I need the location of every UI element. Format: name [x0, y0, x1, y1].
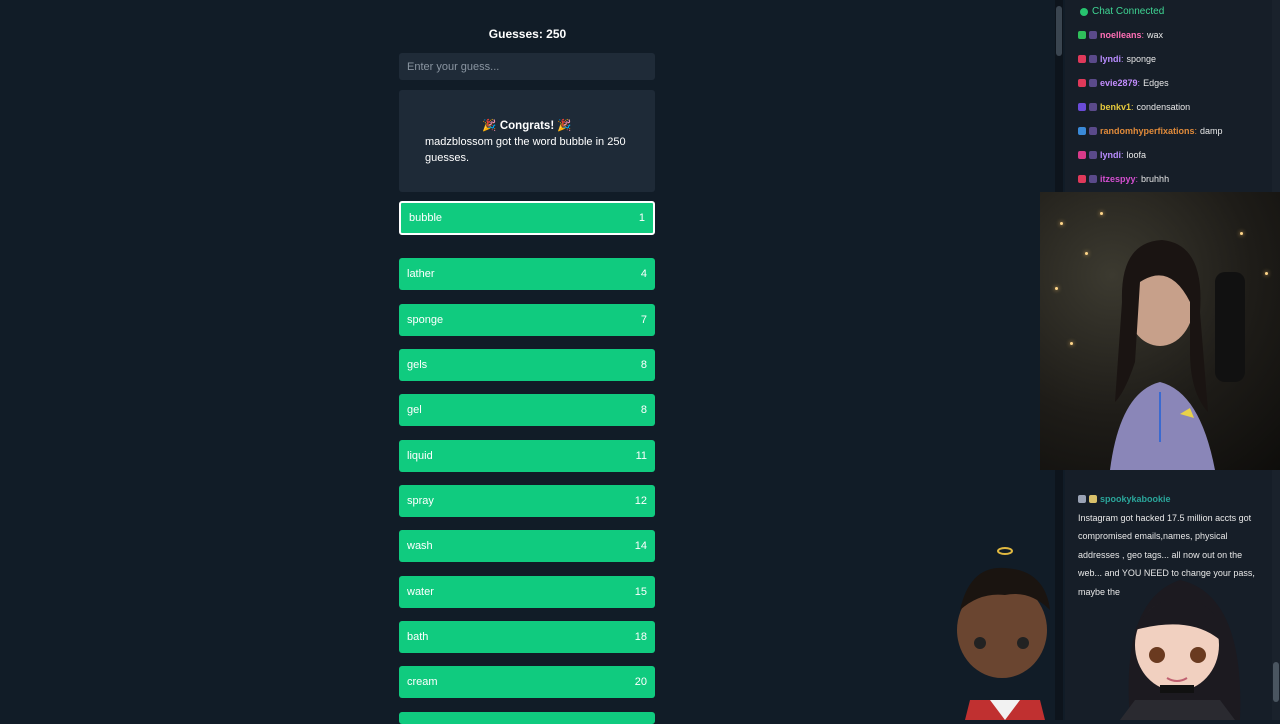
chat-message: lyndi: loofa: [1078, 150, 1146, 160]
word-row: water 15: [399, 576, 655, 608]
chat-username[interactable]: lyndi: [1100, 54, 1121, 64]
connected-dot-icon: [1080, 7, 1088, 16]
badge-icon: [1089, 495, 1097, 504]
badge-icon: [1089, 31, 1097, 39]
webcam-feed: [1040, 192, 1280, 470]
word-rank: 12: [634, 495, 647, 507]
word-row: liquid 11: [399, 440, 655, 472]
word-rank: 11: [635, 450, 647, 462]
word-rank: 20: [634, 676, 647, 688]
chat-text: damp: [1200, 126, 1223, 136]
chat-username[interactable]: spookykabookie: [1100, 490, 1171, 509]
congrats-message: madzblossom got the word bubble in 250 g…: [425, 136, 626, 164]
chat-colon: :: [1194, 126, 1198, 136]
badge-icon: [1078, 127, 1086, 135]
badge-icon: [1089, 55, 1097, 63]
chat-text: bruhhh: [1141, 174, 1170, 184]
chat-status-label: Chat Connected: [1092, 6, 1165, 17]
badge-icon: [1089, 103, 1097, 111]
girl-avatar-image: [1120, 580, 1241, 720]
chat-message: benkv1: condensation: [1078, 102, 1190, 112]
chat-colon: :: [1137, 78, 1141, 88]
badge-icon: [1078, 31, 1086, 39]
word-text: gel: [407, 404, 422, 416]
chat-username[interactable]: itzespyy: [1100, 174, 1136, 184]
badge-icon: [1089, 79, 1097, 87]
guess-input[interactable]: [399, 53, 655, 80]
badge-icon: [1078, 175, 1086, 183]
word-text: sponge: [407, 314, 444, 326]
chat-scroll-thumb[interactable]: [1273, 662, 1279, 702]
page-scroll-thumb[interactable]: [1056, 6, 1062, 56]
badge-icon: [1078, 151, 1086, 159]
guesses-count: Guesses: 250: [488, 27, 567, 41]
word-rank: 8: [640, 404, 647, 416]
chat-username[interactable]: noelleans: [1100, 30, 1142, 40]
word-text: bubble: [409, 212, 443, 224]
boy-avatar-image: [957, 547, 1050, 720]
word-rank: 18: [634, 631, 647, 643]
badge-icon: [1089, 175, 1097, 183]
word-row: wash 14: [399, 530, 655, 562]
word-rank: 15: [634, 586, 647, 598]
word-text: water: [407, 586, 434, 598]
chat-colon: :: [1121, 54, 1124, 64]
word-row: bath 18: [399, 621, 655, 653]
badge-icon: [1089, 127, 1097, 135]
chat-message: lyndi: sponge: [1078, 54, 1156, 64]
chat-message: randomhyperfixations: damp: [1078, 126, 1223, 136]
badge-icon: [1078, 79, 1086, 87]
chat-message: evie2879: Edges: [1078, 78, 1169, 88]
chat-status: Chat Connected: [1080, 6, 1164, 17]
word-text: liquid: [407, 450, 433, 462]
word-text: bath: [407, 631, 429, 643]
word-text: spray: [407, 495, 434, 507]
chat-text: condensation: [1136, 102, 1191, 112]
badge-icon: [1078, 103, 1086, 111]
word-text: lather: [407, 268, 435, 280]
chat-colon: :: [1121, 150, 1124, 160]
game-panel: Guesses: 250 🎉 Congrats! 🎉 madzblossom g…: [0, 0, 1055, 724]
chat-username[interactable]: randomhyperfixations: [1100, 126, 1195, 136]
congrats-title: 🎉 Congrats! 🎉: [482, 120, 572, 132]
word-row: lather 4: [399, 258, 655, 290]
chat-username[interactable]: lyndi: [1100, 150, 1121, 160]
chat-colon: :: [1141, 30, 1145, 40]
word-text: gels: [407, 359, 428, 371]
chat-text: Edges: [1143, 78, 1169, 88]
word-row: gels 8: [399, 349, 655, 381]
chat-text: sponge: [1126, 54, 1157, 64]
chat-text: wax: [1147, 30, 1164, 40]
chat-message: itzespyy: bruhhh: [1078, 174, 1169, 184]
word-text: wash: [407, 540, 433, 552]
word-row: gel 8: [399, 394, 655, 426]
word-rank: 8: [640, 359, 647, 371]
word-row: cream 20: [399, 666, 655, 698]
chat-colon: :: [1135, 174, 1139, 184]
chat-text: loofa: [1126, 150, 1147, 160]
badge-icon: [1089, 151, 1097, 159]
word-row: sponge 7: [399, 304, 655, 336]
word-text: cream: [407, 676, 438, 688]
chat-message: noelleans: wax: [1078, 30, 1163, 40]
word-rank: 4: [640, 268, 647, 280]
word-rank: 7: [640, 314, 647, 326]
word-row: bubble 1: [399, 201, 655, 235]
word-rank: 1: [638, 212, 645, 224]
chat-username[interactable]: benkv1: [1100, 102, 1131, 112]
chat-colon: :: [1131, 102, 1134, 112]
badge-icon: [1078, 495, 1086, 504]
chat-username[interactable]: evie2879: [1100, 78, 1138, 88]
word-rank: 14: [634, 540, 647, 552]
badge-icon: [1078, 55, 1086, 63]
word-row-partial: [399, 712, 655, 724]
word-row: spray 12: [399, 485, 655, 517]
streamer-silhouette: [1110, 240, 1245, 470]
congrats-panel: 🎉 Congrats! 🎉 madzblossom got the word b…: [399, 90, 655, 192]
